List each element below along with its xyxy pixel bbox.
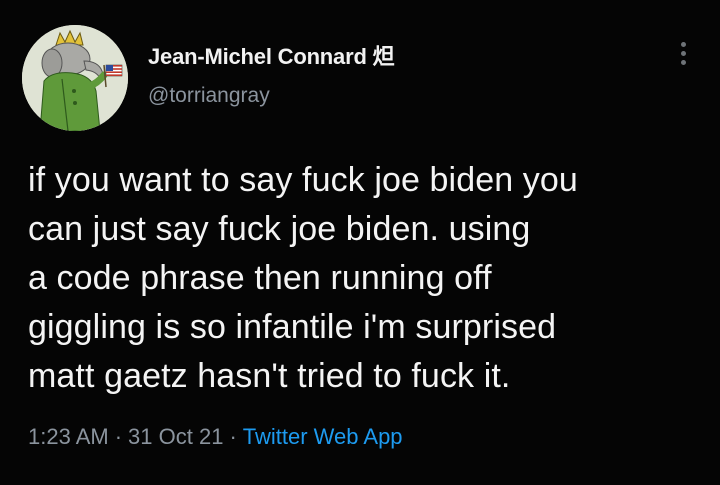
tweet-text-line: a code phrase then running off	[28, 259, 492, 297]
tweet-text-line: giggling is so infantile i'm surprised	[28, 308, 557, 346]
tweet-time[interactable]: 1:23 AM	[28, 424, 109, 449]
author-display-name[interactable]: Jean-Michel Connard 炟	[148, 39, 395, 71]
tweet-text-line: matt gaetz hasn't tried to fuck it.	[28, 357, 511, 395]
separator: ·	[229, 424, 237, 449]
elephant-avatar-icon	[22, 25, 128, 131]
tweet-text-line: if you want to say fuck joe biden you	[28, 161, 578, 199]
separator: ·	[114, 424, 123, 449]
tweet-card: Jean-Michel Connard 炟 @torriangray if yo…	[0, 0, 720, 485]
tweet-text-line: can just say fuck joe biden. using	[28, 210, 531, 248]
author-handle[interactable]: @torriangray	[148, 84, 270, 108]
more-vertical-icon[interactable]	[676, 42, 690, 72]
tweet-date[interactable]: 31 Oct 21	[128, 424, 223, 449]
avatar[interactable]	[22, 25, 128, 131]
tweet-metadata: 1:23 AM · 31 Oct 21 · Twitter Web App	[28, 424, 403, 450]
tweet-source-link[interactable]: Twitter Web App	[243, 424, 403, 449]
tweet-text: if you want to say fuck joe biden you ca…	[28, 156, 708, 401]
